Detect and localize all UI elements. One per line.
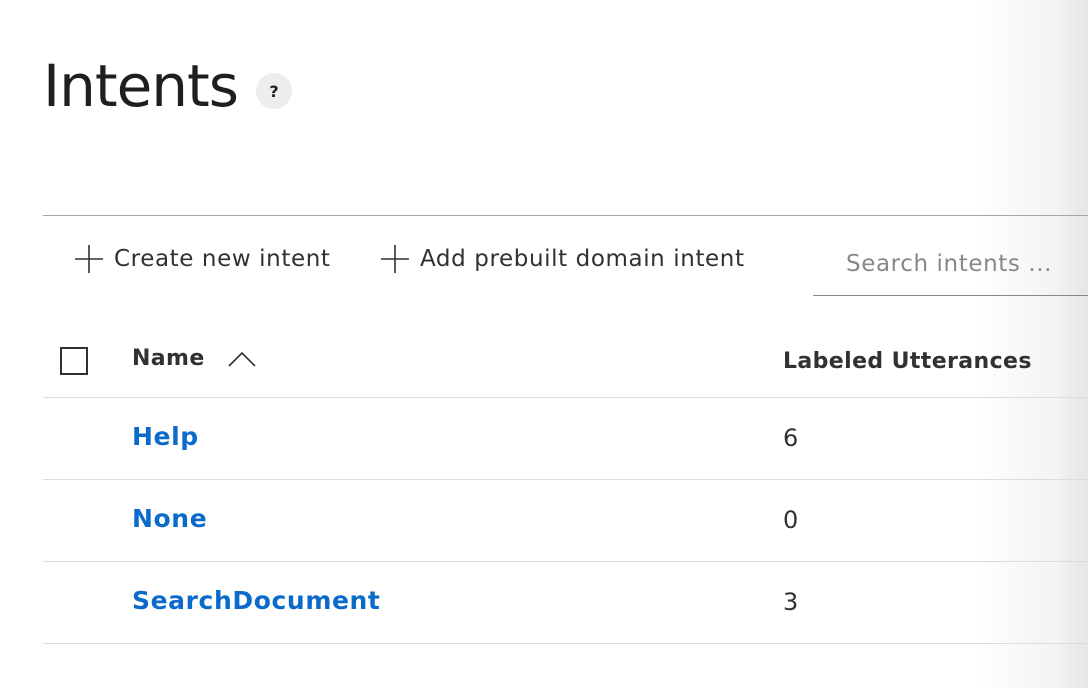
plus-icon <box>381 245 409 273</box>
column-header-name[interactable]: Name <box>132 346 257 371</box>
question-icon: ? <box>269 81 279 101</box>
intent-link[interactable]: SearchDocument <box>132 586 380 615</box>
table-row[interactable]: SearchDocument 3 <box>43 562 1088 644</box>
chevron-up-icon <box>228 351 256 367</box>
labeled-utterances-count: 6 <box>783 424 799 452</box>
labeled-utterances-count: 3 <box>783 588 799 616</box>
column-header-labeled-utterances[interactable]: Labeled Utterances <box>783 349 1032 374</box>
page-header: Intents ? <box>43 50 293 122</box>
add-prebuilt-domain-intent-button[interactable]: Add prebuilt domain intent <box>380 236 745 282</box>
intent-link[interactable]: None <box>132 504 207 533</box>
plus-icon <box>75 245 103 273</box>
search-intents-input[interactable] <box>813 232 1088 296</box>
select-all-checkbox[interactable] <box>60 347 88 375</box>
create-new-intent-label: Create new intent <box>114 246 331 272</box>
table-row[interactable]: Help 6 <box>43 398 1088 480</box>
toolbar-divider <box>43 215 1088 216</box>
labeled-utterances-count: 0 <box>783 506 799 534</box>
table-row[interactable]: None 0 <box>43 480 1088 562</box>
add-prebuilt-domain-intent-label: Add prebuilt domain intent <box>420 246 745 272</box>
page-title: Intents <box>43 52 239 120</box>
intents-table: Name Labeled Utterances Help 6 None 0 Se… <box>43 328 1088 644</box>
column-header-name-label: Name <box>132 346 205 371</box>
help-button[interactable]: ? <box>256 73 293 109</box>
intent-link[interactable]: Help <box>132 422 199 451</box>
table-header-row: Name Labeled Utterances <box>43 328 1088 398</box>
create-new-intent-button[interactable]: Create new intent <box>74 236 331 282</box>
